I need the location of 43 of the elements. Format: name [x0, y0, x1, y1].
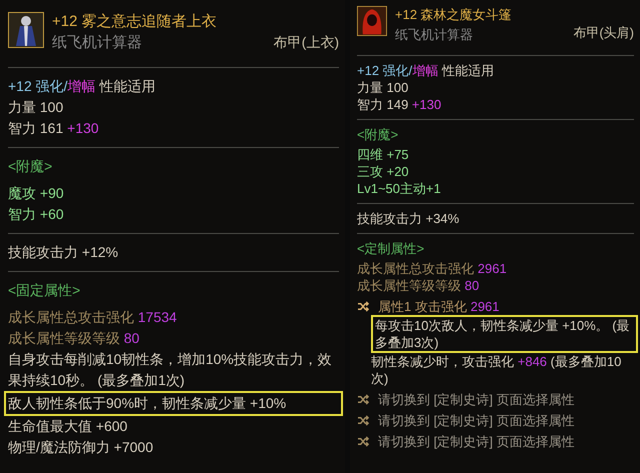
option-text: 请切换到 [定制史诗] 页面选择属性	[378, 390, 574, 408]
section-heading: <附魔>	[357, 126, 400, 142]
enchant-text: 智力 +60	[8, 205, 65, 224]
effect-text: 每攻击10次敌人，韧性条减少量 +10%。 (最多叠加3次)	[371, 314, 638, 352]
stat-text: 力量 100	[8, 98, 64, 117]
item-type: 布甲(上衣)	[274, 33, 339, 52]
stat-text: 技能攻击力 +12%	[8, 243, 120, 262]
stat-text: 智力 149 +130	[357, 96, 442, 112]
item-name: +12 森林之魔女斗篷	[395, 6, 513, 23]
stat-text: 物理/魔法防御力 +7000	[8, 438, 154, 457]
hood-icon	[357, 6, 387, 36]
effect-text: 自身攻击每削减10韧性条，增加10%技能攻击力，效果持续10秒。 (最多叠加1次)	[8, 350, 333, 390]
section-heading: <定制属性>	[357, 240, 426, 256]
stat-text: 生命值最大值 +600	[8, 417, 128, 436]
enchant-text: 魔攻 +90	[8, 184, 65, 203]
robe-icon	[8, 12, 44, 48]
enchant-text: Lv1~50主动+1	[357, 180, 442, 196]
stat-text: 智力 161 +130	[8, 119, 100, 138]
effect-text: 韧性条减少时，攻击强化 +846 (最多叠加10次)	[371, 352, 622, 386]
section-heading: <固定属性>	[8, 281, 82, 300]
shuffle-icon	[357, 394, 370, 404]
refine-text: +12 强化/增幅 性能适用	[357, 62, 495, 78]
source-text: 纸飞机计算器	[395, 26, 473, 42]
shuffle-icon	[357, 300, 370, 312]
shuffle-icon	[357, 414, 370, 426]
shuffle-icon	[357, 436, 370, 446]
section-heading: <附魔>	[8, 157, 54, 176]
enchant-text: 四维 +75	[357, 146, 410, 162]
growth-text: 成长属性总攻击强化 2961	[357, 260, 508, 276]
enchant-text: 三攻 +20	[357, 162, 410, 180]
stat-text: 力量 100	[357, 78, 410, 96]
item-name: +12 雾之意志追随者上衣	[52, 12, 218, 32]
item-type: 布甲(头肩)	[573, 24, 634, 42]
growth-text: 成长属性等级等级 80	[357, 276, 480, 294]
growth-text: 成长属性等级等级 80	[8, 329, 140, 348]
effect-text: 敌人韧性条低于90%时，韧性条减少量 +10%	[4, 391, 343, 416]
option-text: 请切换到 [定制史诗] 页面选择属性	[378, 432, 574, 450]
stat-text: 技能攻击力 +34%	[357, 210, 460, 226]
growth-text: 成长属性总攻击强化 17534	[8, 308, 178, 327]
refine-text: +12 强化/增幅 性能适用	[8, 77, 156, 96]
option-text: 属性1 攻击强化 2961	[378, 298, 500, 314]
source-text: 纸飞机计算器	[52, 33, 142, 53]
option-text: 请切换到 [定制史诗] 页面选择属性	[378, 412, 574, 428]
